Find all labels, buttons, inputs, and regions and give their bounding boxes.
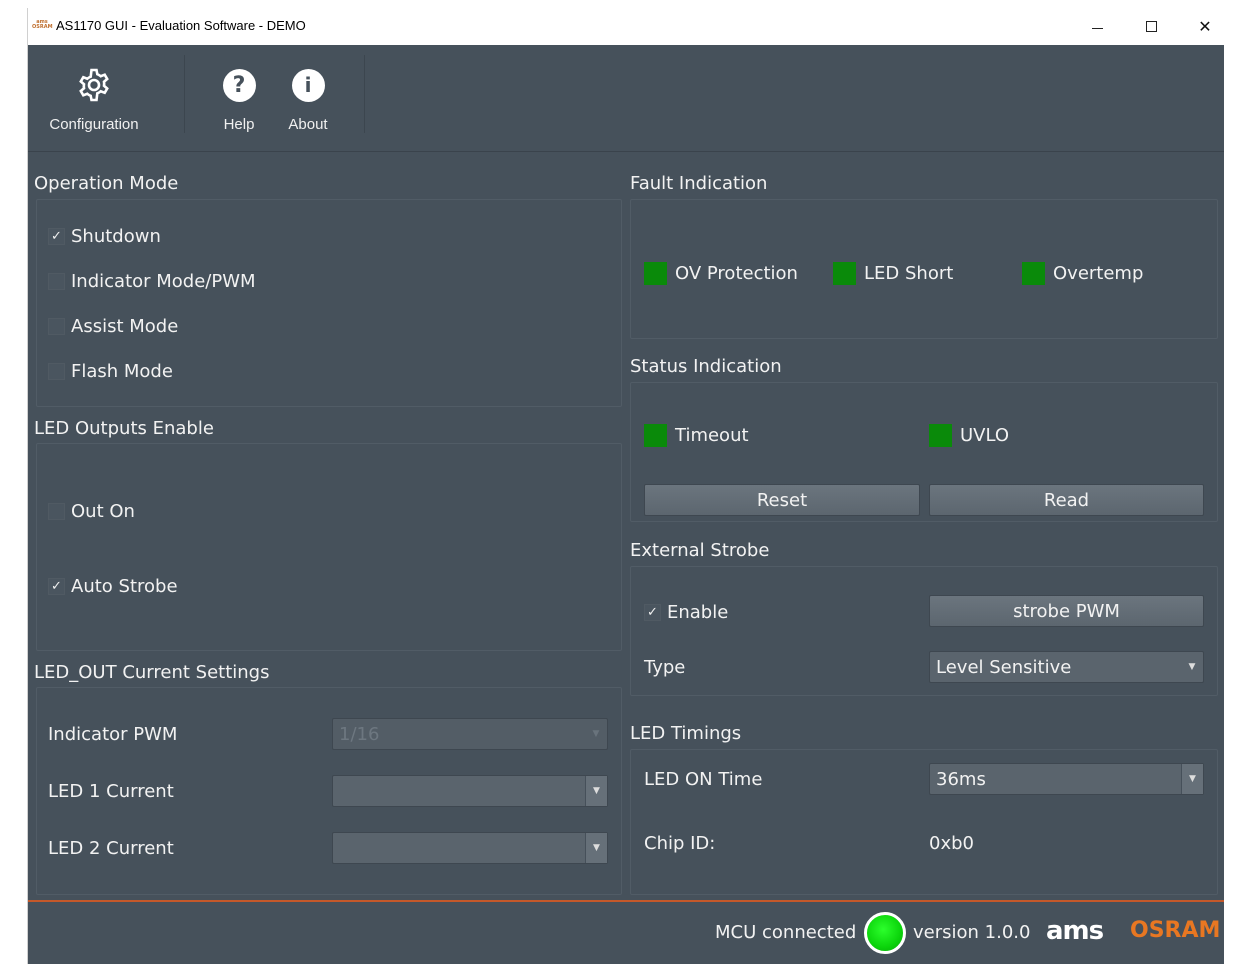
chevron-down-icon: ▼ — [585, 776, 607, 806]
ams-logo: ams — [1046, 916, 1104, 946]
indicator-label: Overtemp — [1053, 263, 1144, 284]
strobe-pwm-button[interactable]: strobe PWM — [929, 595, 1204, 627]
checkbox-label: Flash Mode — [71, 361, 173, 382]
help-label: Help — [223, 116, 255, 133]
info-icon: i — [291, 68, 325, 102]
reset-button[interactable]: Reset — [644, 484, 920, 516]
external-strobe-title: External Strobe — [630, 540, 770, 561]
shutdown-checkbox[interactable]: ✓ Shutdown — [48, 226, 161, 247]
osram-logo: OSRAM — [1130, 918, 1221, 943]
chevron-down-icon: ▼ — [585, 833, 607, 863]
window-title: AS1170 GUI - Evaluation Software - DEMO — [56, 18, 306, 33]
maximize-icon — [1145, 21, 1157, 32]
uvlo-indicator: UVLO — [929, 424, 1009, 447]
app-window: ams OSRAM AS1170 GUI - Evaluation Softwar… — [27, 8, 1224, 964]
led-short-indicator: LED Short — [833, 262, 953, 285]
ov-protection-indicator: OV Protection — [644, 262, 798, 285]
current-settings-title: LED_OUT Current Settings — [34, 662, 270, 683]
assist-mode-checkbox[interactable]: Assist Mode — [48, 316, 178, 337]
out-on-checkbox[interactable]: Out On — [48, 501, 135, 522]
select-value: 1/16 — [339, 723, 380, 745]
strobe-type-label: Type — [644, 657, 686, 678]
led-on-time-label: LED ON Time — [644, 769, 763, 790]
auto-strobe-checkbox[interactable]: ✓ Auto Strobe — [48, 576, 178, 597]
led-outputs-title: LED Outputs Enable — [34, 418, 214, 439]
maximize-button[interactable] — [1124, 8, 1178, 45]
minimize-button[interactable] — [1070, 8, 1124, 45]
checkbox-label: Enable — [667, 602, 729, 623]
checkbox-label: Assist Mode — [71, 316, 179, 337]
mcu-status-label: MCU connected — [715, 922, 857, 943]
indicator-label: Timeout — [675, 425, 749, 446]
configuration-label: Configuration — [49, 116, 139, 133]
checkbox-label: Indicator Mode/PWM — [71, 271, 256, 292]
checkbox-box: ✓ — [48, 578, 65, 595]
led1-current-select[interactable]: ▼ — [332, 775, 608, 807]
toolbar-separator — [184, 55, 185, 133]
overtemp-indicator: Overtemp — [1022, 262, 1143, 285]
strobe-type-select[interactable]: Level Sensitive ▼ — [929, 651, 1204, 683]
indicator-label: UVLO — [960, 425, 1010, 446]
help-icon: ? — [222, 68, 256, 102]
chevron-down-icon: ▼ — [592, 729, 600, 739]
checkbox-label: Out On — [71, 501, 135, 522]
checkbox-box: ✓ — [48, 228, 65, 245]
operation-mode-title: Operation Mode — [34, 173, 179, 194]
chip-id-value: 0xb0 — [929, 833, 974, 854]
status-led — [644, 424, 667, 447]
led-on-time-select[interactable]: 36ms ▼ — [929, 763, 1204, 795]
checkbox-label: Auto Strobe — [71, 576, 178, 597]
led2-current-label: LED 2 Current — [48, 838, 174, 859]
chip-id-label: Chip ID: — [644, 833, 716, 854]
status-led — [929, 424, 952, 447]
about-button[interactable]: i About — [280, 45, 336, 141]
chevron-down-icon: ▼ — [1188, 662, 1196, 672]
status-led — [833, 262, 856, 285]
close-icon: ✕ — [1198, 17, 1212, 36]
fault-indication-title: Fault Indication — [630, 173, 768, 194]
indicator-pwm-label: Indicator PWM — [48, 724, 178, 745]
checkbox-box — [48, 318, 65, 335]
app-logo: ams OSRAM — [32, 19, 53, 30]
checkbox-label: Shutdown — [71, 226, 161, 247]
select-value: Level Sensitive — [936, 656, 1072, 678]
checkbox-box — [48, 273, 65, 290]
led2-current-select[interactable]: ▼ — [332, 832, 608, 864]
strobe-enable-checkbox[interactable]: ✓ Enable — [644, 602, 728, 623]
chevron-down-icon: ▼ — [1181, 764, 1203, 794]
close-button[interactable]: ✕ — [1178, 8, 1232, 45]
status-led — [1022, 262, 1045, 285]
led-outputs-group — [36, 443, 622, 651]
about-label: About — [288, 116, 328, 133]
help-button[interactable]: ? Help — [214, 45, 264, 141]
led-timings-title: LED Timings — [630, 723, 742, 744]
indicator-label: LED Short — [864, 263, 954, 284]
indicator-mode-checkbox[interactable]: Indicator Mode/PWM — [48, 271, 256, 292]
status-indication-title: Status Indication — [630, 356, 782, 377]
indicator-pwm-select[interactable]: 1/16 ▼ — [332, 718, 608, 750]
toolbar-separator — [364, 55, 365, 133]
connection-status-icon — [864, 912, 906, 954]
toolbar: Configuration ? Help i About — [28, 45, 1224, 152]
checkbox-box — [48, 503, 65, 520]
read-button[interactable]: Read — [929, 484, 1204, 516]
title-bar: ams OSRAM AS1170 GUI - Evaluation Softwar… — [28, 8, 1224, 45]
checkbox-box — [48, 363, 65, 380]
version-label: version 1.0.0 — [913, 922, 1031, 943]
app-body: Configuration ? Help i About Operation M… — [28, 45, 1224, 964]
gear-icon — [79, 68, 109, 102]
indicator-label: OV Protection — [675, 263, 798, 284]
checkbox-box: ✓ — [644, 604, 661, 621]
select-value: 36ms — [936, 768, 986, 790]
timeout-indicator: Timeout — [644, 424, 749, 447]
status-bar: MCU connected version 1.0.0 ams OSRAM — [28, 900, 1224, 964]
status-led — [644, 262, 667, 285]
flash-mode-checkbox[interactable]: Flash Mode — [48, 361, 173, 382]
minimize-icon — [1091, 28, 1103, 29]
configuration-button[interactable]: Configuration — [42, 45, 146, 141]
led1-current-label: LED 1 Current — [48, 781, 174, 802]
